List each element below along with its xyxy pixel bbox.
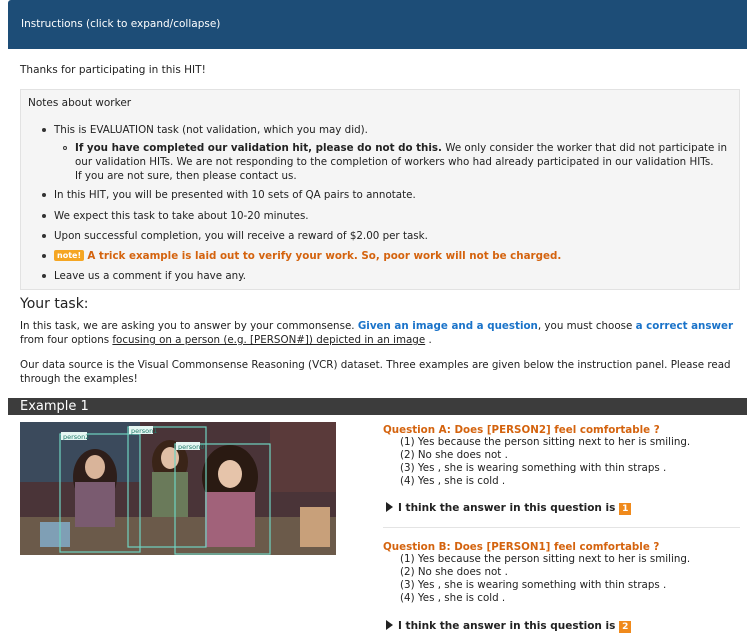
question-a-option: (3) Yes , she is wearing something with … [400, 462, 667, 474]
task-title: Your task: [20, 296, 89, 312]
scene-illustration: person2 person1 person0 [20, 422, 336, 555]
bullet-icon [42, 193, 46, 197]
note-subitem: If you have completed our validation hit… [75, 141, 737, 155]
answer-number-badge: 1 [619, 503, 632, 515]
example-title: Example 1 [20, 399, 89, 414]
question-divider [383, 527, 740, 528]
question-b-answer-toggle[interactable]: I think the answer in this question is 2 [386, 620, 632, 633]
note-item: Upon successful completion, you will rec… [54, 230, 428, 242]
trick-warning: A trick example is laid out to verify yo… [87, 250, 562, 262]
bullet-icon [42, 274, 46, 278]
note-item-trick: note! A trick example is laid out to ver… [54, 249, 561, 263]
notes-heading: Notes about worker [28, 97, 132, 109]
note-item: Leave us a comment if you have any. [54, 270, 247, 282]
validation-text-3: If you are not sure, then please contact… [75, 170, 297, 182]
validation-warning: If you have completed our validation hit… [75, 142, 442, 154]
circle-bullet-icon [63, 146, 67, 150]
bullet-icon [42, 254, 46, 258]
bullet-icon [42, 234, 46, 238]
validation-text-1: We only consider the worker that did not… [445, 142, 728, 154]
data-source-text: Our data source is the Visual Commonsens… [20, 359, 731, 385]
question-b-option: (4) Yes , she is cold . [400, 592, 506, 604]
question-a-answer-toggle[interactable]: I think the answer in this question is 1 [386, 502, 632, 515]
answer-text: I think the answer in this question is [398, 502, 616, 514]
question-b-option: (2) No she does not . [400, 566, 508, 578]
caret-right-icon [386, 620, 393, 630]
note-badge: note! [54, 250, 85, 261]
note-item: We expect this task to take about 10-20 … [54, 210, 309, 222]
box-label-person2: person2 [63, 433, 89, 441]
question-b-option: (3) Yes , she is wearing something with … [400, 579, 667, 591]
question-a-title: Question A: Does [PERSON2] feel comforta… [383, 424, 660, 436]
validation-text-2: our validation HITs. We are not respondi… [75, 156, 714, 168]
question-a-option: (2) No she does not . [400, 449, 508, 461]
question-a-option: (4) Yes , she is cold . [400, 475, 506, 487]
box-label-person1: person1 [131, 427, 157, 435]
instructions-header[interactable]: Instructions (click to expand/collapse) [8, 0, 747, 49]
question-b-title: Question B: Does [PERSON1] feel comforta… [383, 541, 660, 553]
task-description: In this task, we are asking you to answe… [20, 320, 734, 346]
answer-number-badge: 2 [619, 621, 632, 633]
notes-panel: Notes about worker This is EVALUATION ta… [20, 89, 740, 290]
example-header: Example 1 [8, 398, 747, 415]
thanks-text: Thanks for participating in this HIT! [20, 64, 206, 76]
caret-right-icon [386, 502, 393, 512]
note-item: In this HIT, you will be presented with … [54, 189, 416, 201]
bullet-icon [42, 128, 46, 132]
instructions-toggle-label[interactable]: Instructions (click to expand/collapse) [21, 18, 220, 30]
example-image: person2 person1 person0 [20, 422, 336, 555]
bullet-icon [42, 214, 46, 218]
question-b-option: (1) Yes because the person sitting next … [400, 553, 691, 565]
note-item: This is EVALUATION task (not validation,… [54, 124, 368, 136]
box-label-person0: person0 [178, 443, 204, 451]
question-a-option: (1) Yes because the person sitting next … [400, 436, 691, 448]
answer-text: I think the answer in this question is [398, 620, 616, 632]
